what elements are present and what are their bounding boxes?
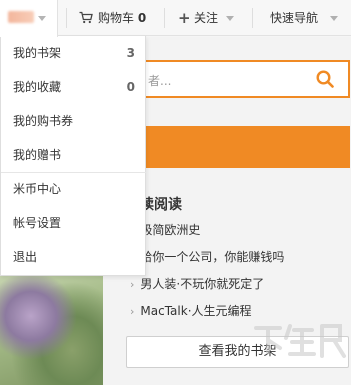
bookshelf-count: 3 bbox=[126, 46, 135, 60]
user-name-blurred bbox=[8, 11, 34, 23]
reading-panel-title: 读阅读 bbox=[140, 197, 182, 213]
user-dropdown-menu: 我的书架 3 我的收藏 0 我的购书券 我的赠书 米币中心 帐号设置 退出 bbox=[0, 36, 146, 276]
watermark-logo bbox=[254, 324, 346, 358]
divider bbox=[252, 8, 253, 28]
chevron-down-icon bbox=[330, 16, 338, 21]
book-item[interactable]: › 男人装·不玩你就死定了 bbox=[130, 275, 264, 293]
book-title: 极简欧洲史 bbox=[140, 223, 201, 237]
cart-label: 购物车 bbox=[98, 11, 135, 25]
user-menu-toggle[interactable] bbox=[0, 0, 58, 37]
menu-item-gifted-books[interactable]: 我的赠书 bbox=[13, 146, 61, 164]
shopping-cart-icon[interactable] bbox=[79, 11, 93, 24]
cart-link[interactable]: 购物车 0 bbox=[98, 10, 146, 26]
chevron-right-icon: › bbox=[130, 278, 135, 291]
divider bbox=[66, 8, 67, 28]
chevron-down-icon bbox=[226, 16, 234, 21]
search-icon[interactable] bbox=[316, 70, 334, 88]
book-item[interactable]: ›给你一个公司，你能赚钱吗 bbox=[130, 248, 284, 266]
orange-action-button[interactable] bbox=[126, 126, 350, 168]
menu-item-account-settings[interactable]: 帐号设置 bbox=[13, 214, 61, 232]
book-title: 给你一个公司，你能赚钱吗 bbox=[140, 250, 285, 264]
divider bbox=[164, 8, 165, 28]
book-title: MacTalk·人生元编程 bbox=[140, 304, 252, 318]
menu-item-favorites[interactable]: 我的收藏 bbox=[13, 78, 61, 96]
favorites-count: 0 bbox=[126, 80, 135, 94]
chevron-right-icon: › bbox=[130, 305, 135, 318]
menu-item-mibi-center[interactable]: 米币中心 bbox=[13, 180, 61, 198]
book-item[interactable]: › MacTalk·人生元编程 bbox=[130, 302, 252, 320]
top-bar: 购物车 0 + 关注 快速导航 bbox=[0, 0, 351, 37]
chevron-down-icon bbox=[38, 16, 46, 21]
flower-photo bbox=[0, 270, 103, 385]
follow-link[interactable]: 关注 bbox=[194, 10, 218, 26]
menu-item-coupons[interactable]: 我的购书券 bbox=[13, 112, 73, 130]
cart-count: 0 bbox=[137, 11, 147, 25]
book-title: 男人装·不玩你就死定了 bbox=[140, 277, 265, 291]
quick-nav-link[interactable]: 快速导航 bbox=[270, 10, 318, 26]
menu-item-logout[interactable]: 退出 bbox=[13, 248, 37, 266]
menu-item-bookshelf[interactable]: 我的书架 bbox=[13, 44, 61, 62]
menu-divider bbox=[1, 172, 146, 173]
search-placeholder: 者... bbox=[148, 74, 172, 88]
plus-icon[interactable]: + bbox=[178, 10, 191, 26]
